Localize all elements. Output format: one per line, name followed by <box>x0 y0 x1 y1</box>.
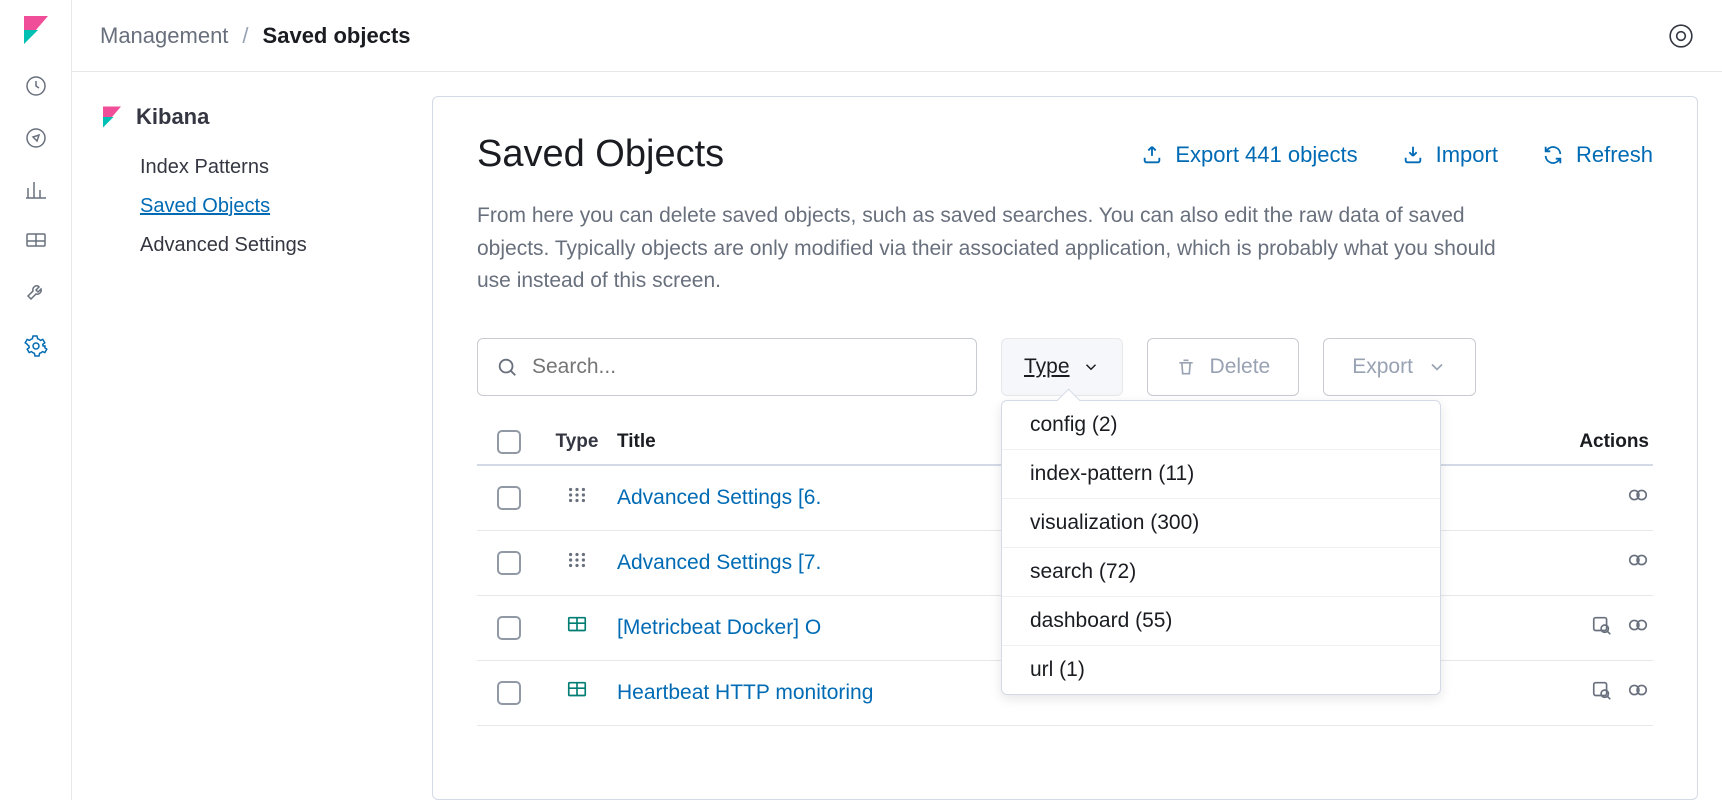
type-dashboard-icon <box>566 614 588 636</box>
type-option-config[interactable]: config (2) <box>1002 401 1440 449</box>
refresh-button[interactable]: Refresh <box>1542 142 1653 168</box>
header-actions: Actions <box>1529 431 1649 453</box>
header-type: Type <box>537 431 617 453</box>
nav-index-patterns[interactable]: Index Patterns <box>100 148 412 187</box>
import-icon <box>1402 144 1424 166</box>
refresh-label: Refresh <box>1576 142 1653 168</box>
type-option-visualization[interactable]: visualization (300) <box>1002 498 1440 547</box>
chevron-down-icon <box>1427 357 1447 377</box>
export-selection-button[interactable]: Export <box>1323 338 1476 396</box>
type-filter-button[interactable]: Type <box>1001 338 1123 396</box>
relationships-icon[interactable] <box>1627 549 1649 577</box>
kibana-logo-icon[interactable] <box>20 14 52 46</box>
kibana-mark-icon <box>100 105 124 129</box>
page-title: Saved Objects <box>477 133 724 176</box>
relationships-icon[interactable] <box>1627 614 1649 642</box>
import-button[interactable]: Import <box>1402 142 1498 168</box>
type-option-index-pattern[interactable]: index-pattern (11) <box>1002 449 1440 498</box>
import-label: Import <box>1436 142 1498 168</box>
refresh-icon <box>1542 144 1564 166</box>
type-option-search[interactable]: search (72) <box>1002 547 1440 596</box>
row-checkbox[interactable] <box>497 551 521 575</box>
relationships-icon[interactable] <box>1627 484 1649 512</box>
top-bar: Management / Saved objects <box>72 0 1722 72</box>
nav-advanced-settings[interactable]: Advanced Settings <box>100 226 412 265</box>
row-checkbox[interactable] <box>497 616 521 640</box>
type-config-icon <box>566 484 588 506</box>
trash-icon <box>1176 357 1196 377</box>
nav-saved-objects[interactable]: Saved Objects <box>100 187 412 226</box>
inspect-icon[interactable] <box>1591 679 1613 707</box>
help-icon[interactable] <box>1668 23 1694 49</box>
type-filter-label: Type <box>1024 355 1070 379</box>
export-icon <box>1141 144 1163 166</box>
export-selection-label: Export <box>1352 355 1413 379</box>
recent-icon[interactable] <box>24 74 48 98</box>
visualize-icon[interactable] <box>24 178 48 202</box>
type-option-url[interactable]: url (1) <box>1002 645 1440 694</box>
breadcrumb-parent[interactable]: Management <box>100 23 228 49</box>
toolbar: Type config (2) index-pattern (11) visua… <box>477 338 1653 396</box>
type-option-dashboard[interactable]: dashboard (55) <box>1002 596 1440 645</box>
devtools-icon[interactable] <box>24 282 48 306</box>
relationships-icon[interactable] <box>1627 679 1649 707</box>
breadcrumb-current: Saved objects <box>263 23 411 49</box>
nav-brand-label: Kibana <box>136 104 209 130</box>
discover-icon[interactable] <box>24 126 48 150</box>
export-all-label: Export 441 objects <box>1175 142 1357 168</box>
export-all-button[interactable]: Export 441 objects <box>1141 142 1357 168</box>
inspect-icon[interactable] <box>1591 614 1613 642</box>
page-actions: Export 441 objects Import Refresh <box>1141 142 1653 168</box>
breadcrumb: Management / Saved objects <box>100 23 411 49</box>
row-checkbox[interactable] <box>497 486 521 510</box>
dashboard-icon[interactable] <box>24 230 48 254</box>
type-dashboard-icon <box>566 679 588 701</box>
type-config-icon <box>566 549 588 571</box>
content-panel: Saved Objects Export 441 objects Import <box>432 96 1698 800</box>
settings-nav: Kibana Index Patterns Saved Objects Adva… <box>72 96 432 800</box>
page-description: From here you can delete saved objects, … <box>477 200 1497 298</box>
search-icon <box>496 356 518 378</box>
type-filter-popover: config (2) index-pattern (11) visualizat… <box>1001 400 1441 695</box>
delete-button[interactable]: Delete <box>1147 338 1300 396</box>
search-input[interactable] <box>532 355 958 379</box>
chevron-down-icon <box>1082 358 1100 376</box>
nav-brand: Kibana <box>100 104 412 130</box>
side-rail <box>0 0 72 800</box>
management-icon[interactable] <box>24 334 48 358</box>
select-all-checkbox[interactable] <box>497 430 521 454</box>
search-box[interactable] <box>477 338 977 396</box>
delete-label: Delete <box>1210 355 1271 379</box>
row-checkbox[interactable] <box>497 681 521 705</box>
breadcrumb-separator: / <box>242 23 248 49</box>
